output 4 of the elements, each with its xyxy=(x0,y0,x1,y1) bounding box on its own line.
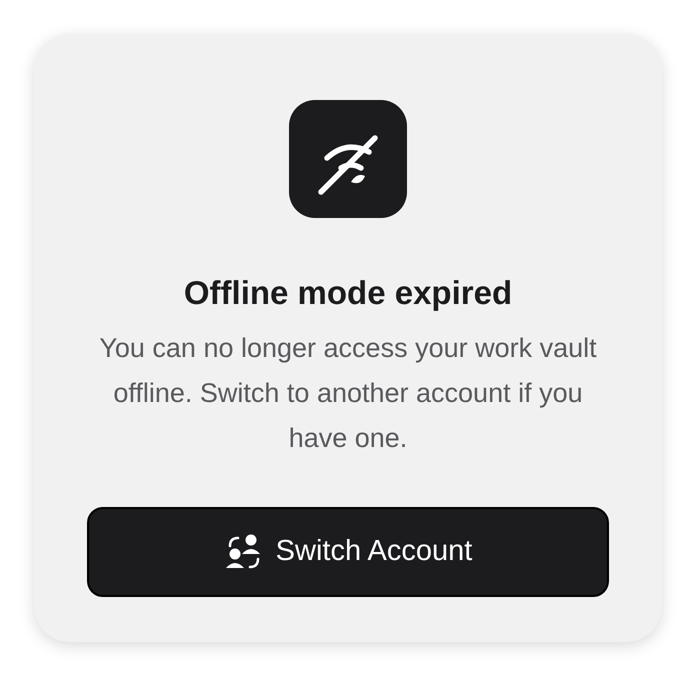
wifi-off-icon xyxy=(289,100,407,218)
switch-account-button[interactable]: Switch Account xyxy=(87,506,609,596)
dialog-message: You can no longer access your work vault offline. Switch to another account if you have one. xyxy=(98,332,598,454)
dialog-title: Offline mode expired xyxy=(184,273,512,313)
